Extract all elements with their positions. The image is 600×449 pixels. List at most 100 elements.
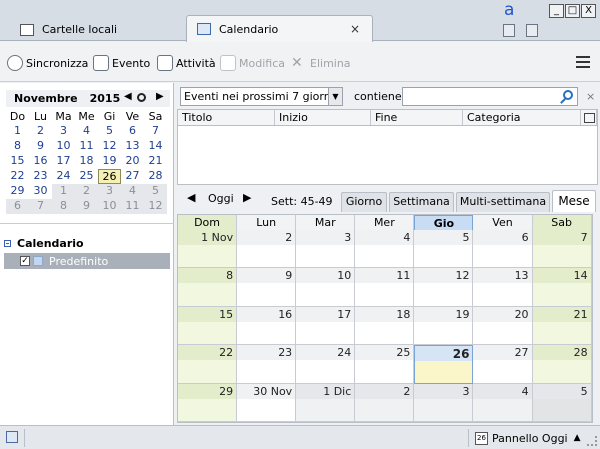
mini-month-day[interactable]: 3 (98, 184, 121, 199)
mini-month-day[interactable]: 8 (6, 139, 29, 154)
mini-month-year[interactable]: 2015 (90, 92, 121, 105)
mini-month-day[interactable]: 23 (29, 169, 52, 184)
search-icon[interactable] (563, 90, 573, 100)
mini-month-day[interactable]: 24 (52, 169, 75, 184)
mini-month-day[interactable]: 11 (121, 199, 144, 214)
close-window-button[interactable]: X (581, 4, 596, 18)
month-day-cell[interactable]: 4 (355, 230, 415, 269)
month-day-cell[interactable]: 17 (296, 306, 356, 346)
mini-month-day[interactable]: 6 (6, 199, 29, 214)
month-day-cell[interactable]: 2 (355, 383, 415, 422)
month-day-cell[interactable]: 8 (178, 268, 238, 307)
mini-month-day[interactable]: 11 (75, 139, 98, 154)
tab-month-view[interactable]: Mese (552, 190, 596, 212)
mini-month-day[interactable]: 21 (144, 154, 167, 169)
clear-filter-icon[interactable]: × (586, 90, 595, 103)
mini-month-day[interactable]: 19 (98, 154, 121, 169)
mini-month-day[interactable]: 4 (121, 184, 144, 199)
month-day-cell[interactable]: 3 (296, 230, 356, 269)
month-day-cell[interactable]: 20 (473, 306, 533, 346)
month-day-cell[interactable]: 13 (473, 268, 533, 307)
mini-month-day[interactable]: 2 (75, 184, 98, 199)
month-day-cell[interactable]: 6 (473, 230, 533, 269)
tab-day-view[interactable]: Giorno (341, 192, 387, 212)
mini-month-day[interactable]: 2 (29, 124, 52, 139)
tab-calendar[interactable]: Calendario × (186, 15, 373, 42)
collapse-icon[interactable] (4, 239, 11, 247)
mini-month-day[interactable]: 25 (75, 169, 98, 184)
month-day-cell[interactable]: 1 Nov (178, 230, 238, 269)
mini-month-day[interactable]: 20 (121, 154, 144, 169)
tasks-mode-icon[interactable] (526, 24, 538, 37)
tab-week-view[interactable]: Settimana (389, 192, 454, 212)
month-day-cell[interactable]: 21 (532, 306, 592, 346)
prev-period-icon[interactable]: ◀ (187, 191, 195, 204)
hamburger-menu-icon[interactable] (576, 56, 590, 68)
month-day-cell[interactable]: 25 (355, 345, 415, 384)
tab-multiweek-view[interactable]: Multi-settimana (456, 192, 550, 212)
app-badge-icon[interactable]: a (504, 0, 514, 20)
mini-month-day[interactable]: 10 (98, 199, 121, 214)
mini-month-day[interactable]: 29 (6, 184, 29, 199)
mini-month-day[interactable]: 22 (6, 169, 29, 184)
maximize-button[interactable]: □ (565, 4, 580, 18)
month-day-cell[interactable]: 18 (355, 306, 415, 346)
mini-month-day[interactable]: 30 (29, 184, 52, 199)
search-input[interactable] (402, 87, 578, 106)
mini-month-day[interactable]: 1 (52, 184, 75, 199)
month-day-cell[interactable]: 5 (532, 383, 592, 422)
column-start[interactable]: Inizio (275, 110, 371, 125)
month-day-cell[interactable]: 22 (178, 345, 238, 384)
mini-month-day[interactable]: 10 (52, 139, 75, 154)
month-day-cell[interactable]: 28 (532, 345, 592, 384)
calendar-list-title[interactable]: Calendario (4, 235, 170, 251)
calendar-item-predefinito[interactable]: ✓ Predefinito (4, 253, 170, 269)
month-day-cell[interactable]: 1 Dic (296, 383, 356, 422)
mini-month-day[interactable]: 7 (29, 199, 52, 214)
month-day-cell[interactable]: 19 (414, 306, 474, 346)
event-filter-select[interactable]: Eventi nei prossimi 7 giorni ▼ (180, 87, 343, 106)
today-pane-button[interactable]: 26 Pannello Oggi ▲ (468, 429, 581, 447)
month-day-cell-today[interactable]: 26 (414, 345, 474, 384)
mini-month-day[interactable]: 1 (6, 124, 29, 139)
month-day-cell[interactable]: 29 (178, 383, 238, 422)
mini-month-day[interactable]: 5 (144, 184, 167, 199)
new-task-button[interactable]: Attività (157, 53, 216, 73)
calendar-mode-icon[interactable] (503, 24, 515, 37)
month-day-cell[interactable]: 16 (237, 306, 297, 346)
next-period-icon[interactable]: ▶ (243, 191, 251, 204)
resize-grip-icon[interactable] (587, 436, 597, 446)
event-list-table[interactable]: Titolo Inizio Fine Categoria (177, 109, 598, 185)
prev-month-icon[interactable]: ◀ (124, 91, 132, 102)
month-day-cell[interactable]: 23 (237, 345, 297, 384)
today-button[interactable]: Oggi (208, 192, 234, 205)
mini-month-day[interactable]: 3 (52, 124, 75, 139)
delete-button[interactable]: ✕ Elimina (291, 53, 351, 73)
month-day-cell[interactable]: 5 (414, 230, 474, 269)
close-tab-icon[interactable]: × (350, 22, 360, 36)
month-day-cell[interactable]: 10 (296, 268, 356, 307)
mini-month-day[interactable]: 9 (29, 139, 52, 154)
month-day-cell[interactable]: 15 (178, 306, 238, 346)
month-day-cell[interactable]: 4 (473, 383, 533, 422)
month-day-cell[interactable]: 2 (237, 230, 297, 269)
mini-month-day[interactable]: 9 (75, 199, 98, 214)
mini-month-day[interactable]: 13 (121, 139, 144, 154)
mini-month-day[interactable]: 28 (144, 169, 167, 184)
column-title[interactable]: Titolo (178, 110, 275, 125)
mini-month-day[interactable]: 12 (98, 139, 121, 154)
edit-button[interactable]: Modifica (220, 53, 285, 73)
mini-month-day[interactable]: 7 (144, 124, 167, 139)
mini-month-day[interactable]: 12 (144, 199, 167, 214)
minimize-button[interactable]: _ (549, 4, 564, 18)
sync-button[interactable]: Sincronizza (7, 53, 88, 73)
tab-local-folders[interactable]: Cartelle locali (0, 17, 185, 42)
column-end[interactable]: Fine (371, 110, 463, 125)
today-circle-icon[interactable] (137, 93, 146, 102)
mini-month-day[interactable]: 17 (52, 154, 75, 169)
mini-month-day[interactable]: 15 (6, 154, 29, 169)
month-day-cell[interactable]: 7 (532, 230, 592, 269)
online-status-icon[interactable] (6, 431, 18, 443)
mini-month-day[interactable]: 14 (144, 139, 167, 154)
mini-month-day-today[interactable]: 26 (98, 169, 121, 184)
